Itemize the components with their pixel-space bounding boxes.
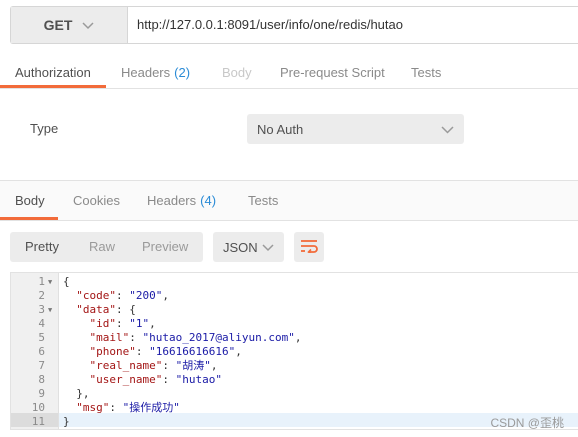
line-number: 7 [38, 359, 45, 372]
code-line: "msg": "操作成功" [76, 401, 180, 414]
tab-response-body[interactable]: Body [15, 181, 45, 220]
chevron-down-icon [441, 122, 454, 137]
tab-authorization[interactable]: Authorization [15, 56, 91, 88]
preview-button[interactable]: Preview [142, 232, 188, 262]
tab-pre-request-script[interactable]: Pre-request Script [280, 56, 385, 88]
response-body-viewer[interactable]: 1 ▼{2 "code": "200", 3 ▼ "data": {4 "id": "… [10, 272, 578, 430]
line-number: 9 [38, 387, 45, 400]
tab-tests[interactable]: Tests [411, 56, 441, 88]
fold-toggle-icon[interactable]: ▼ [48, 303, 52, 317]
line-number: 8 [38, 373, 45, 386]
method-select[interactable]: GET [11, 7, 128, 43]
method-label: GET [43, 17, 73, 33]
code-line: }, [63, 387, 90, 400]
url-input[interactable]: http://127.0.0.1:8091/user/info/one/redi… [137, 7, 403, 43]
raw-button[interactable]: Raw [89, 232, 115, 262]
pretty-button[interactable]: Pretty [25, 232, 59, 262]
code-line: } [63, 415, 70, 428]
code-line: { [63, 275, 70, 288]
tab-label: Tests [411, 64, 442, 80]
request-tabs: Authorization Headers (2) Body Pre-reque… [0, 56, 578, 89]
active-tab-indicator [0, 217, 58, 220]
chevron-down-icon [82, 17, 94, 33]
tab-label: Cookies [73, 193, 120, 208]
fold-toggle-icon[interactable]: ▼ [48, 275, 52, 289]
line-number: 4 [38, 317, 45, 330]
auth-type-label: Type [30, 121, 59, 136]
code-line: "phone": "16616616616", [89, 345, 242, 358]
tab-response-tests[interactable]: Tests [248, 181, 278, 220]
tab-label: Pre-request Script [280, 64, 385, 80]
response-tabs: Body Cookies Headers (4) Tests [0, 181, 578, 221]
code-line: "data": { [76, 303, 136, 316]
request-url-bar: GET http://127.0.0.1:8091/user/info/one/… [10, 6, 578, 44]
format-select[interactable]: JSON [213, 232, 284, 262]
watermark: CSDN @歪桃 [490, 416, 564, 430]
line-number: 11 [31, 415, 45, 428]
line-number: 3 [38, 303, 45, 316]
code-line: "code": "200", [76, 289, 169, 302]
view-mode-group: Pretty Raw Preview [10, 232, 203, 262]
line-number: 6 [38, 345, 45, 358]
line-number: 2 [38, 289, 45, 302]
auth-type-select[interactable]: No Auth [247, 114, 464, 144]
tab-cookies[interactable]: Cookies [73, 181, 120, 220]
auth-type-value: No Auth [257, 121, 304, 137]
wrap-lines-button[interactable] [294, 232, 324, 262]
tab-body[interactable]: Body [222, 56, 252, 88]
wrap-lines-icon [300, 239, 318, 256]
tab-label: Authorization [15, 64, 91, 80]
tab-response-headers[interactable]: Headers (4) [147, 181, 216, 220]
chevron-down-icon [262, 240, 274, 255]
tab-label: Body [222, 64, 252, 80]
active-tab-indicator [0, 85, 106, 88]
code-line: "real_name": "胡涛", [89, 359, 218, 372]
line-number: 5 [38, 331, 45, 344]
code-line: "user_name": "hutao" [89, 373, 222, 386]
code-line: "mail": "hutao_2017@aliyun.com", [89, 331, 302, 344]
tab-headers[interactable]: Headers (2) [121, 56, 190, 88]
tab-label: Body [15, 193, 45, 208]
line-number: 1 [38, 275, 45, 288]
tab-label: Headers [121, 64, 171, 80]
tab-label: Headers [147, 193, 197, 208]
tab-count: (4) [200, 193, 217, 208]
format-label: JSON [223, 239, 258, 255]
tab-count: (2) [174, 64, 191, 80]
tab-label: Tests [248, 193, 279, 208]
line-number: 10 [31, 401, 45, 414]
code-line: "id": "1", [89, 317, 156, 330]
